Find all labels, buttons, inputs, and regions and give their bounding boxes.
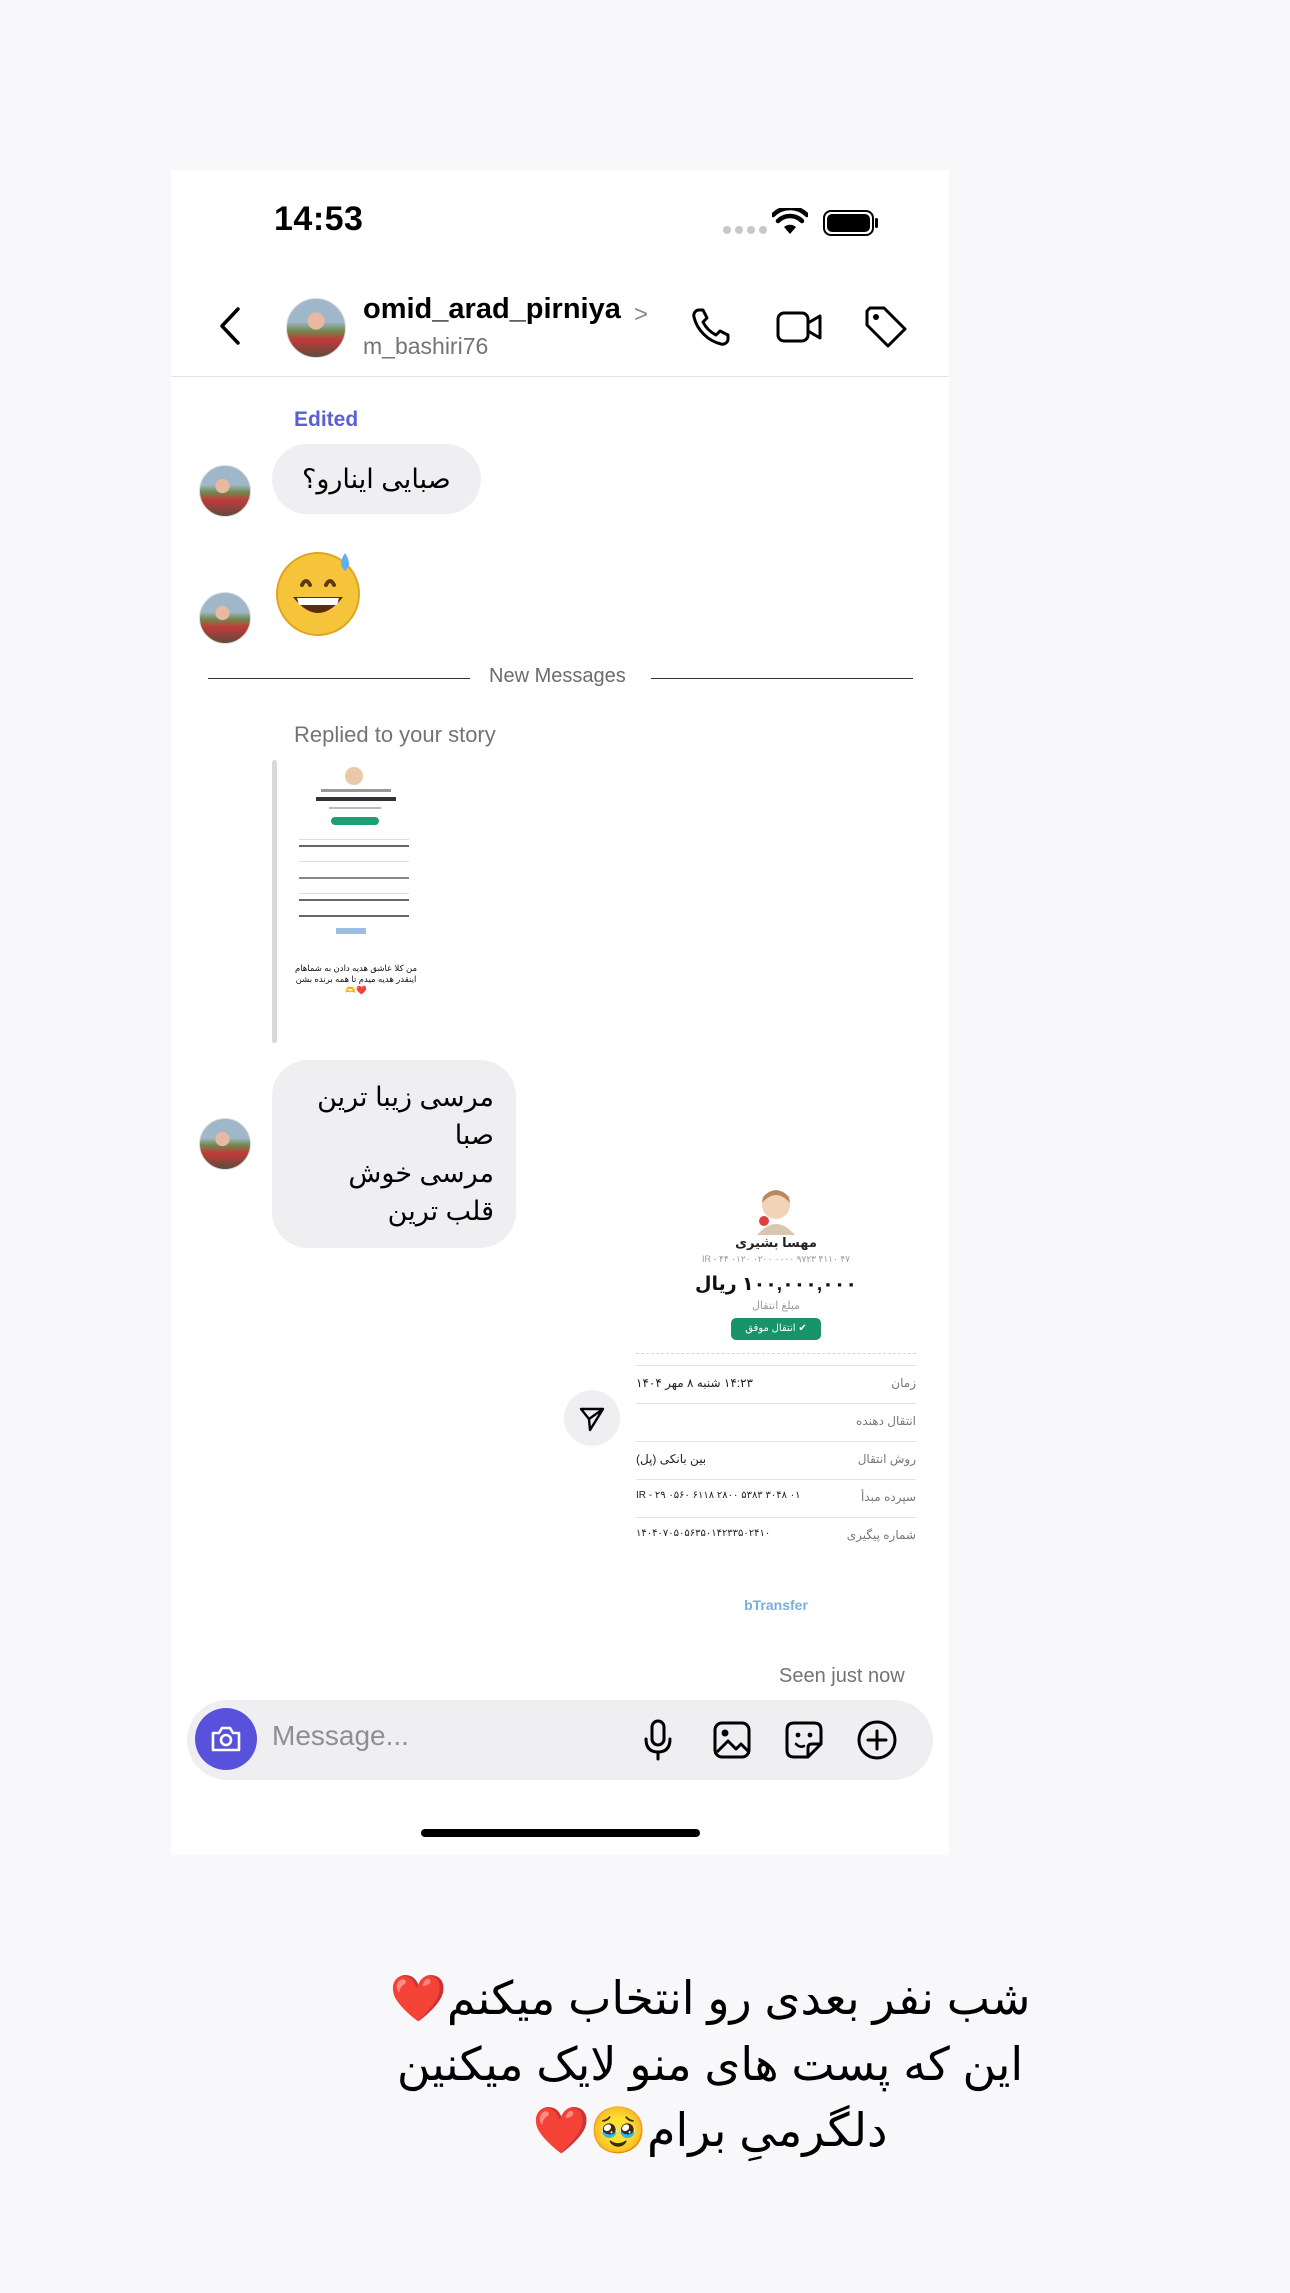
tag-icon[interactable] — [863, 305, 909, 349]
microphone-icon[interactable] — [641, 1718, 675, 1762]
share-button[interactable] — [564, 1390, 620, 1446]
contact-display-name[interactable]: omid_arad_pirniya — [363, 293, 621, 326]
sender-avatar[interactable] — [199, 592, 251, 644]
story-status-badge — [331, 817, 379, 825]
instagram-dm-screen: 14:53 omid_arad_pirniya > m_bashiri76 Ed… — [171, 170, 949, 1855]
message-line: مرسی خوش قلب ترین — [348, 1158, 494, 1226]
story-row-line — [299, 877, 409, 879]
header-divider — [171, 376, 949, 377]
amount-label: مبلغ انتقال — [751, 1300, 801, 1312]
battery-icon — [823, 210, 878, 236]
sticker-icon[interactable] — [784, 1720, 824, 1760]
receipt-row: روش انتقال بین بانکی (پل) — [636, 1441, 916, 1480]
story-row-line — [299, 915, 409, 917]
receipt-row: انتقال دهنده — [636, 1403, 916, 1442]
replied-to-story-label: Replied to your story — [294, 722, 496, 747]
story-divider — [299, 839, 409, 840]
receipt-row-value: بین بانکی (پل) — [636, 1452, 707, 1466]
cellular-signal-icon — [723, 226, 767, 234]
incoming-message-bubble[interactable]: مرسی زیبا ترین صبا مرسی خوش قلب ترین — [272, 1060, 516, 1248]
story-divider — [299, 893, 409, 894]
outgoing-receipt-image[interactable]: مهسا بشیری IR - ۴۴ ۰۱۲۰ ۰۲۰۰ ۰۰۰۰ ۹۷۲۳ ۴… — [636, 1185, 916, 1650]
story-row-line — [299, 899, 409, 901]
sender-avatar[interactable] — [199, 465, 251, 517]
grinning-sweat-emoji-icon[interactable] — [273, 547, 363, 637]
receipt-row: شماره پیگیری ۱۴۰۴۰۷۰۵۰۵۶۳۵۰۱۴۲۳۳۵۰۲۴۱۰ — [636, 1517, 916, 1556]
receipt-row-label: سپرده مبدأ — [861, 1490, 916, 1504]
story-text-line — [329, 807, 381, 809]
story-caption-line: من کلا عاشق هدیه دادن به شماهام — [294, 963, 418, 973]
video-camera-icon[interactable] — [775, 305, 823, 349]
receipt-row-value: ۱۴۰۴۰۷۰۵۰۵۶۳۵۰۱۴۲۳۳۵۰۲۴۱۰ — [636, 1528, 771, 1539]
gallery-icon[interactable] — [712, 1720, 752, 1760]
receipt-divider — [636, 1353, 916, 1354]
receipt-row-value: IR - ۲۹ ۰۵۶۰ ۶۱۱۸ ۲۸۰۰ ۵۳۸۳ ۳۰۴۸ ۰۱ — [636, 1490, 801, 1501]
transfer-amount: ۱۰۰,۰۰۰,۰۰۰ ریال — [695, 1274, 857, 1295]
story-brand-logo — [336, 928, 366, 934]
story-row-line — [299, 845, 409, 847]
story-text-line — [321, 789, 391, 792]
edited-label: Edited — [294, 408, 359, 431]
story-overlay-caption: شب نفر بعدی رو انتخاب میکنم❤️ این که پست… — [340, 1965, 1080, 2163]
caption-line: دلگرمیِ برام🥹❤️ — [532, 2104, 888, 2156]
story-thumbnail[interactable]: من کلا عاشق هدیه دادن به شماهام اینقدر ه… — [291, 765, 421, 1043]
home-indicator — [421, 1829, 700, 1837]
caption-line: این که پست های منو لایک میکنین — [396, 2038, 1024, 2090]
profile-chevron-icon[interactable]: > — [634, 301, 648, 329]
new-messages-divider-right — [651, 678, 913, 679]
success-badge: ✔ انتقال موفق — [731, 1318, 821, 1340]
receipt-row-label: شماره پیگیری — [846, 1528, 916, 1542]
story-amount-line — [316, 797, 396, 801]
caption-line: شب نفر بعدی رو انتخاب میکنم❤️ — [389, 1972, 1031, 2024]
recipient-iban: IR - ۴۴ ۰۱۲۰ ۰۲۰۰ ۰۰۰۰ ۹۷۲۳ ۴۱۱۰ ۴۷ — [701, 1254, 851, 1264]
receipt-row: سپرده مبدأ IR - ۲۹ ۰۵۶۰ ۶۱۱۸ ۲۸۰۰ ۵۳۸۳ ۳… — [636, 1479, 916, 1518]
message-input[interactable]: Message... — [272, 1720, 409, 1752]
seen-status: Seen just now — [779, 1665, 905, 1687]
story-divider — [299, 861, 409, 862]
contact-username[interactable]: m_bashiri76 — [363, 333, 488, 360]
brand-logo: bTransfer — [744, 1597, 808, 1613]
phone-icon[interactable] — [689, 305, 733, 349]
camera-button[interactable] — [195, 1708, 257, 1770]
wifi-icon — [772, 208, 808, 234]
message-line: مرسی زیبا ترین صبا — [317, 1082, 494, 1150]
reply-quote-bar — [272, 760, 277, 1043]
send-icon — [579, 1407, 605, 1432]
recipient-name: مهسا بشیری — [735, 1235, 817, 1250]
new-messages-label: New Messages — [489, 665, 626, 687]
recipient-avatar-icon — [757, 1190, 795, 1235]
success-badge-label: انتقال موفق — [745, 1323, 796, 1334]
status-time: 14:53 — [274, 200, 364, 238]
story-avatar-icon — [345, 767, 363, 785]
new-messages-divider-left — [208, 678, 470, 679]
profile-avatar[interactable] — [286, 298, 346, 358]
receipt-row-label: زمان — [891, 1376, 916, 1390]
sender-avatar[interactable] — [199, 1118, 251, 1170]
camera-icon — [211, 1726, 241, 1752]
story-caption: من کلا عاشق هدیه دادن به شماهام اینقدر ه… — [291, 963, 421, 996]
receipt-row: زمان ۱۴:۲۳ شنبه ۸ مهر ۱۴۰۴ — [636, 1365, 916, 1404]
back-chevron-icon[interactable] — [216, 305, 246, 347]
receipt-row-label: روش انتقال — [857, 1452, 916, 1466]
incoming-message-bubble[interactable]: صبایی اینارو؟ — [272, 444, 481, 514]
receipt-row-value: ۱۴:۲۳ شنبه ۸ مهر ۱۴۰۴ — [636, 1376, 754, 1390]
story-caption-line: اینقدر هدیه میدم تا همه برنده بشن❤️🫶 — [295, 974, 417, 995]
plus-circle-icon[interactable] — [856, 1719, 898, 1761]
receipt-row-label: انتقال دهنده — [856, 1414, 916, 1428]
check-circle-icon: ✔ — [795, 1323, 807, 1334]
